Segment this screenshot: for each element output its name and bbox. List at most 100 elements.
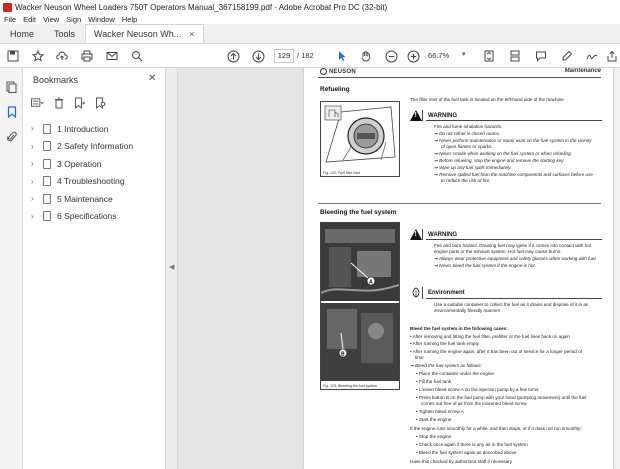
- sign-icon[interactable]: [585, 49, 599, 63]
- page-total: / 182: [297, 51, 314, 60]
- bookmark-item-maintenance[interactable]: › 5 Maintenance: [31, 190, 161, 208]
- header-rule: [318, 77, 601, 78]
- star-icon[interactable]: [31, 49, 45, 63]
- highlight-pen-icon[interactable]: [560, 49, 574, 63]
- bookmark-label: 1 Introduction: [57, 123, 109, 134]
- search-icon[interactable]: [130, 49, 144, 63]
- bleeding-title: Bleeding the fuel system: [320, 209, 397, 216]
- scroll-mode-icon[interactable]: [508, 49, 522, 63]
- bookmark-page-icon: [43, 211, 51, 222]
- chevron-down-icon[interactable]: ▾: [462, 50, 466, 58]
- chevron-right-icon[interactable]: ›: [31, 142, 41, 151]
- steps-line: time: [415, 355, 424, 360]
- bookmarks-toolbar: [31, 96, 107, 109]
- pdf-page: NEUSON Maintenance Refueling Fig. 122: F…: [304, 68, 613, 469]
- share-icon[interactable]: [605, 49, 619, 63]
- chevron-right-icon[interactable]: ›: [31, 177, 41, 186]
- zoom-out-icon[interactable]: [384, 49, 398, 63]
- navigation-rail: [0, 68, 23, 469]
- warning-line: to reduce the risk of fire.: [441, 178, 491, 183]
- menu-help[interactable]: Help: [122, 15, 137, 24]
- menu-edit[interactable]: Edit: [23, 15, 36, 24]
- environment-header: Environment: [410, 287, 465, 298]
- acrobat-app-icon: [3, 2, 12, 12]
- new-bookmark-icon[interactable]: [73, 96, 86, 109]
- zoom-level-field[interactable]: 66.7%: [428, 49, 460, 63]
- bookmark-item-operation[interactable]: › 3 Operation: [31, 155, 161, 173]
- tab-tools[interactable]: Tools: [44, 24, 85, 43]
- window-title: Wacker Neuson Wheel Loaders 750T Operato…: [15, 2, 388, 12]
- menu-file[interactable]: File: [4, 15, 16, 24]
- warning-rule: [426, 120, 602, 121]
- upload-cloud-icon[interactable]: [55, 49, 69, 63]
- environment-divider: [422, 287, 423, 299]
- delete-icon[interactable]: [52, 96, 65, 109]
- warning-line: ⇒ Never smoke when working on the fuel s…: [434, 151, 572, 156]
- hand-tool-icon[interactable]: [359, 49, 373, 63]
- environment-rule: [426, 298, 602, 299]
- tab-bar: Home Tools Wacker Neuson Wh... ×: [0, 24, 620, 44]
- page-thumbnails-icon[interactable]: [5, 80, 18, 93]
- chevron-right-icon[interactable]: ›: [31, 194, 41, 203]
- bookmark-item-specifications[interactable]: › 6 Specifications: [31, 208, 161, 226]
- zoom-in-icon[interactable]: [406, 49, 420, 63]
- save-icon[interactable]: [6, 49, 20, 63]
- print-icon[interactable]: [80, 49, 94, 63]
- menu-view[interactable]: View: [43, 15, 59, 24]
- find-bookmark-icon[interactable]: [94, 96, 107, 109]
- tab-home[interactable]: Home: [0, 24, 44, 43]
- chevron-right-icon[interactable]: ›: [31, 124, 41, 133]
- steps-line: Bleed the fuel system in the following c…: [410, 326, 508, 331]
- bookmark-item-introduction[interactable]: › 1 Introduction: [31, 120, 161, 138]
- steps-line: comes out free of air from the loosened …: [421, 401, 527, 406]
- label-b-marker: B: [341, 352, 345, 358]
- select-cursor-icon[interactable]: [335, 49, 349, 63]
- options-menu-icon[interactable]: [31, 96, 44, 109]
- mail-icon[interactable]: [105, 49, 119, 63]
- warning-icon: [410, 229, 422, 240]
- bookmark-item-safety-information[interactable]: › 2 Safety Information: [31, 138, 161, 156]
- page-number-input[interactable]: 129: [274, 49, 294, 63]
- tab-document[interactable]: Wacker Neuson Wh... ×: [85, 24, 204, 43]
- collapse-panel-icon[interactable]: ◀: [169, 263, 174, 271]
- bookmark-page-icon: [43, 176, 51, 187]
- warning-line: ⇒ Never bleed the fuel system if the eng…: [434, 263, 536, 268]
- steps-line: If the engine runs smoothly for a while,…: [410, 426, 582, 431]
- page-down-icon[interactable]: [251, 49, 265, 63]
- comment-icon[interactable]: [534, 49, 548, 63]
- steps-line: • Check once again if there is any air i…: [416, 442, 528, 447]
- label-a-marker: A: [369, 280, 373, 286]
- close-icon[interactable]: ✕: [148, 73, 156, 84]
- close-icon[interactable]: ×: [189, 29, 194, 39]
- warning-line: engine parts or the exhaust system. Hot …: [434, 249, 562, 254]
- page-up-icon[interactable]: [226, 49, 240, 63]
- steps-line: • Bleed the fuel system again as describ…: [416, 450, 517, 455]
- vertical-scrollbar[interactable]: [614, 68, 620, 469]
- attachment-icon[interactable]: [5, 130, 18, 143]
- warning-rule: [426, 239, 602, 240]
- figure-caption: Fig. 122: Fuel filler inlet: [323, 171, 361, 175]
- section-rule: [318, 203, 601, 204]
- steps-line: • Start the engine: [416, 417, 452, 422]
- bookmark-item-troubleshooting[interactable]: › 4 Troubleshooting: [31, 173, 161, 191]
- figure-caption: Fig. 123: Bleeding the fuel system: [323, 384, 378, 388]
- steps-line: • Place the container under the engine: [416, 371, 494, 376]
- menu-sign[interactable]: Sign: [66, 15, 81, 24]
- chevron-right-icon[interactable]: ›: [31, 212, 41, 221]
- steps-line: • After removing and fitting the fuel fi…: [410, 334, 570, 339]
- panel-splitter[interactable]: ◀: [166, 68, 178, 469]
- steps-line: • Tighten bleed screw A: [416, 409, 464, 414]
- bookmark-icon[interactable]: [5, 105, 18, 118]
- warning-line: ⇒ Do not refuel in closed rooms.: [434, 131, 501, 136]
- menu-window[interactable]: Window: [88, 15, 115, 24]
- fit-page-icon[interactable]: [482, 49, 496, 63]
- warning-line: ⇒ Wipe up any fuel spills immediately.: [434, 165, 512, 170]
- fuel-filler-figure: Fig. 122: Fuel filler inlet: [320, 101, 400, 177]
- steps-line: ⇒ Bleed the fuel system as follows:: [410, 363, 482, 368]
- chevron-right-icon[interactable]: ›: [31, 159, 41, 168]
- title-bar: Wacker Neuson Wheel Loaders 750T Operato…: [0, 0, 620, 14]
- bookmark-page-icon: [43, 158, 51, 169]
- steps-line: Have this checked by authorized staff if…: [410, 459, 513, 464]
- steps-line: • Loosen bleed screw A on the injection …: [416, 387, 539, 392]
- document-view[interactable]: NEUSON Maintenance Refueling Fig. 122: F…: [178, 68, 620, 469]
